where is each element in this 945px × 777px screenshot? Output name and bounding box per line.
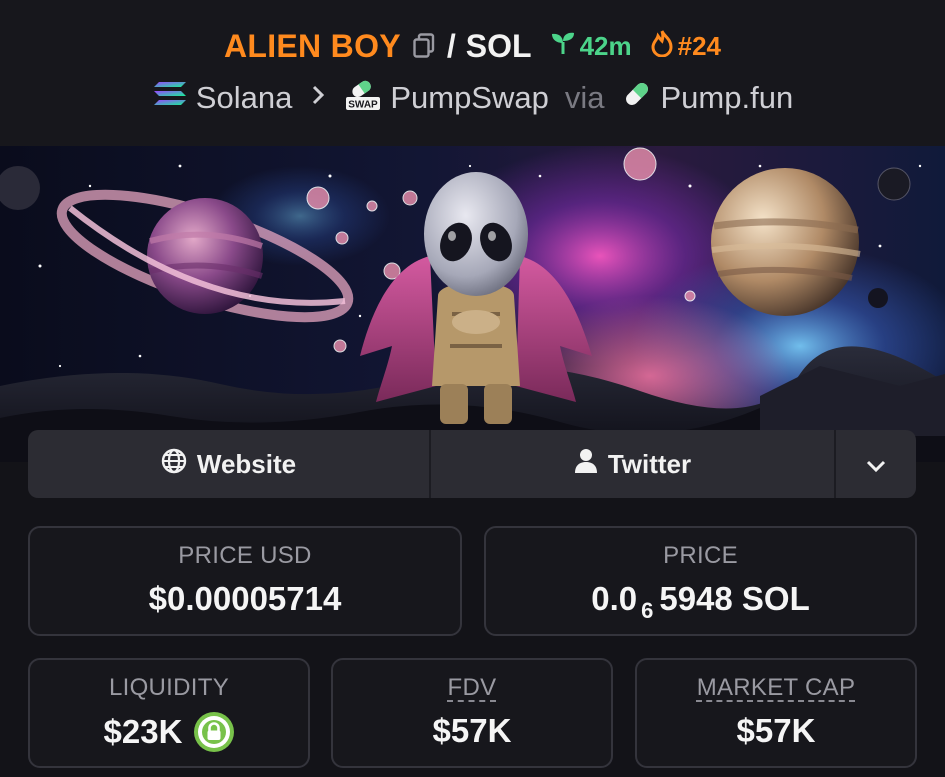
pair-age-value: 42m	[579, 30, 632, 61]
token-banner-image	[0, 146, 945, 462]
quote-symbol: SOL	[465, 27, 532, 64]
breadcrumb: Solana SWAP PumpSwap via Pump.fun	[0, 76, 945, 120]
price-usd-card: PRICE USD $0.00005714	[28, 526, 462, 636]
lock-icon[interactable]	[194, 712, 235, 752]
pair-age: 42m	[550, 31, 632, 62]
seedling-icon	[550, 31, 576, 62]
market-cap-card[interactable]: MARKET CAP $57K	[635, 658, 917, 768]
svg-text:SWAP: SWAP	[349, 100, 379, 111]
website-label: Website	[196, 448, 297, 479]
via-label: via	[564, 80, 605, 115]
dex-link[interactable]: SWAP PumpSwap	[344, 77, 549, 119]
pair-title-row: ALIEN BOY / SOL 42m #24	[0, 24, 945, 68]
flame-icon	[650, 29, 674, 64]
twitter-label: Twitter	[607, 448, 692, 479]
price-native-value: 0.0 6 5948 SOL	[591, 580, 810, 623]
price-usd-label: PRICE USD	[178, 542, 312, 569]
trending-rank[interactable]: #24	[650, 29, 721, 64]
chevron-right-icon	[310, 82, 326, 114]
copy-icon[interactable]	[411, 32, 437, 60]
price-native-card: PRICE 0.0 6 5948 SOL	[484, 526, 917, 636]
user-icon	[574, 448, 598, 481]
pumpswap-icon: SWAP	[344, 77, 382, 119]
pill-icon	[621, 78, 653, 118]
website-button[interactable]: Website	[28, 430, 431, 498]
price-native-digits: 5948 SOL	[659, 580, 810, 617]
token-symbol: ALIEN BOY	[223, 27, 401, 64]
fdv-card[interactable]: FDV $57K	[331, 658, 613, 768]
fdv-label[interactable]: FDV	[448, 674, 497, 702]
more-links-button[interactable]	[836, 430, 916, 498]
globe-icon	[161, 448, 187, 481]
dex-name: PumpSwap	[390, 80, 549, 115]
liquidity-label: LIQUIDITY	[108, 674, 230, 701]
liquidity-value: $23K	[103, 713, 183, 750]
chain-name: Solana	[195, 80, 293, 115]
pair-header: ALIEN BOY / SOL 42m #24 Solana SWAP Pump…	[0, 0, 945, 146]
solana-icon	[152, 80, 188, 116]
twitter-button[interactable]: Twitter	[431, 430, 836, 498]
chain-link[interactable]: Solana	[152, 80, 293, 116]
launchpad-link[interactable]: Pump.fun	[621, 78, 794, 118]
market-cap-value: $57K	[736, 712, 816, 749]
liquidity-card: LIQUIDITY $23K	[28, 658, 310, 768]
price-native-zero-count: 6	[641, 598, 654, 623]
trending-rank-value: #24	[677, 30, 722, 61]
launchpad-name: Pump.fun	[660, 80, 794, 115]
social-links-bar: Website Twitter	[28, 430, 916, 498]
price-usd-value: $0.00005714	[148, 580, 342, 617]
fdv-value: $57K	[432, 712, 512, 749]
chevron-down-icon	[865, 449, 887, 480]
liquidity-value-row: $23K	[104, 712, 235, 752]
pair-separator: /	[446, 27, 456, 64]
price-native-prefix: 0.0	[591, 580, 638, 617]
market-cap-label[interactable]: MARKET CAP	[697, 674, 856, 702]
price-native-label: PRICE	[663, 542, 738, 569]
